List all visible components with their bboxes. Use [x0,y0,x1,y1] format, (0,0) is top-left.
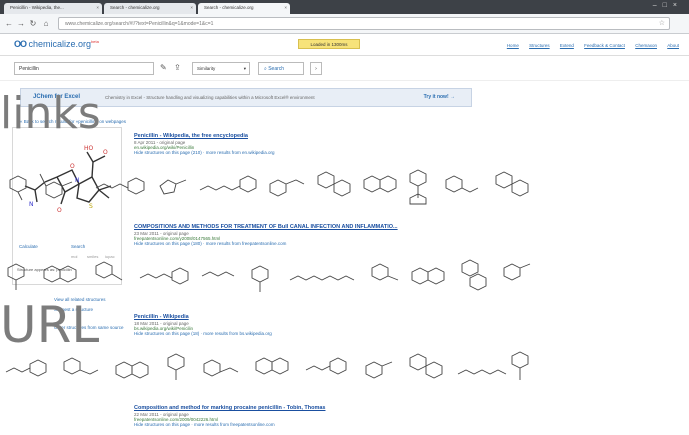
result-structures[interactable] [0,256,540,296]
browser-tab-active[interactable]: Search - chemicalize.org × [198,3,290,14]
browser-tab[interactable]: Search - chemicalize.org × [104,3,196,14]
bookmark-star-icon[interactable]: ☆ [659,19,665,27]
upload-icon[interactable]: ⇪ [174,63,181,72]
draw-structure-icon[interactable]: ✎ [160,63,167,72]
logo-badge: beta [91,39,99,44]
result-item: Penicillin - Wikipedia, the free encyclo… [134,133,674,155]
reload-icon[interactable]: ↻ [28,19,38,29]
search-row: Penicillin ✎ ⇪ Similarity ▾ ⌕ Search › [0,56,689,81]
svg-text:O: O [103,149,108,156]
banner-cta[interactable]: Try it now! → [424,94,455,100]
result-title[interactable]: Penicillin - Wikipedia, the free encyclo… [134,133,674,139]
search-mode-value: Similarity [197,66,216,71]
back-icon[interactable]: ← [4,19,14,29]
site-header: OO chemicalize.orgbeta Loaded in 1300ms … [0,34,689,56]
search-options-button[interactable]: › [310,62,322,75]
logo-rings-icon: OO [14,39,27,49]
url-field[interactable]: www.chemicalize.org/search/#!/?text=Peni… [58,17,670,30]
result-title[interactable]: Penicillin - Wikipedia [134,314,674,320]
result-title[interactable]: Composition and method for marking proca… [134,405,674,411]
tab-label: Penicillin - Wikipedia, the... [10,5,64,10]
load-time-badge: Loaded in 1300ms [298,39,360,49]
browser-tab-bar: Penicillin - Wikipedia, the... × Search … [0,0,689,14]
home-icon[interactable]: ⌂ [41,19,51,29]
svg-text:O: O [57,207,62,214]
result-structures[interactable] [0,348,540,388]
result-links[interactable]: Hide structures on this page (210) · mor… [134,150,674,155]
result-item: Composition and method for marking proca… [134,405,674,427]
forward-icon[interactable]: → [16,19,26,29]
close-icon[interactable]: × [190,5,193,10]
search-button-label: Search [268,66,285,72]
chevron-down-icon: ▾ [243,66,246,71]
calculate-link[interactable]: Calculate [19,244,38,249]
close-icon[interactable]: × [96,5,99,10]
window-controls[interactable]: –□× [653,2,683,9]
site-logo[interactable]: OO chemicalize.orgbeta [14,39,99,49]
nav-about[interactable]: About [667,43,679,48]
nav-feedback[interactable]: Feedback & Contact [584,43,625,48]
nav-extend[interactable]: Extend [560,43,574,48]
result-item: COMPOSITIONS AND METHODS FOR TREATMENT O… [134,224,674,246]
result-structures[interactable] [0,166,540,206]
result-item: Penicillin - Wikipedia 18 Mar 2011 - ori… [134,314,674,336]
nav-home[interactable]: Home [507,43,519,48]
logo-text: chemicalize.org [28,39,92,49]
search-mode-select[interactable]: Similarity ▾ [192,62,250,75]
nav-chemaxon[interactable]: Chemaxon [635,43,657,48]
tab-label: Search - chemicalize.org [110,5,160,10]
search-input[interactable]: Penicillin [14,62,154,75]
overlay-word-url: URL [0,296,100,354]
svg-text:HO: HO [84,145,94,152]
nav-structures[interactable]: Structures [529,43,550,48]
result-title[interactable]: COMPOSITIONS AND METHODS FOR TREATMENT O… [134,224,674,230]
address-bar-row: ← → ↻ ⌂ www.chemicalize.org/search/#!/?t… [0,14,689,34]
top-nav: Home Structures Extend Feedback & Contac… [498,43,679,48]
browser-tab[interactable]: Penicillin - Wikipedia, the... × [4,3,102,14]
close-icon[interactable]: × [284,5,287,10]
search-link[interactable]: Search [71,244,85,249]
overlay-word-links: links [0,88,101,139]
tab-label: Search - chemicalize.org [204,5,254,10]
banner-description: Chemistry in Excel - Structure handling … [105,95,315,100]
result-links[interactable]: Hide structures on this page · more resu… [134,422,674,427]
result-links[interactable]: Hide structures on this page (18) · more… [134,331,674,336]
url-text: www.chemicalize.org/search/#!/?text=Peni… [65,21,214,27]
search-button[interactable]: ⌕ Search [258,62,304,75]
search-icon: ⌕ [264,66,267,72]
result-links[interactable]: Hide structures on this page (180) · mor… [134,241,674,246]
